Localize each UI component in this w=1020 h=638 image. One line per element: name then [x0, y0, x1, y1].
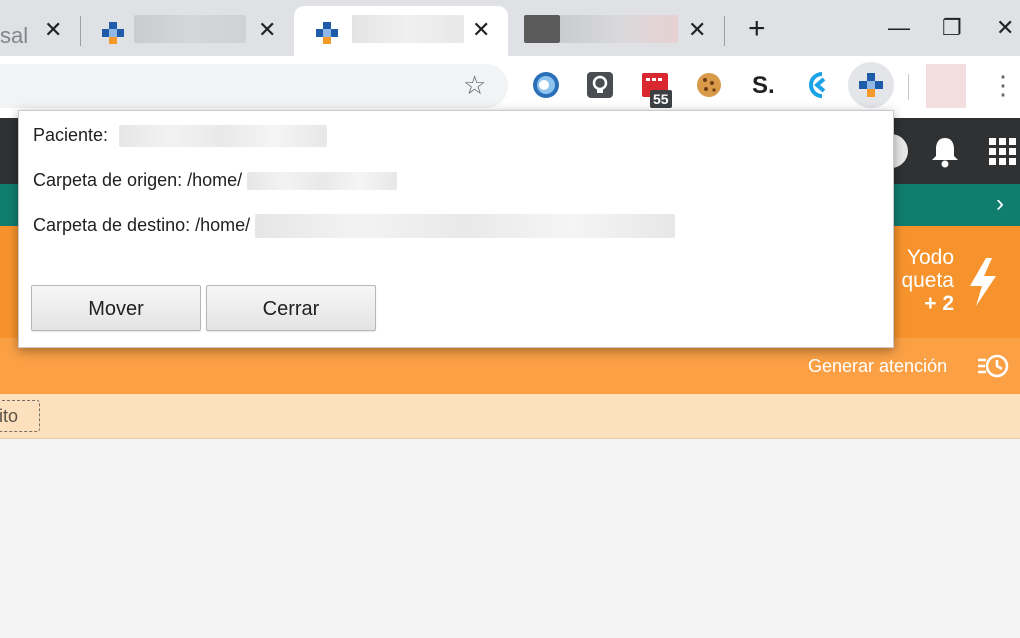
maximize-button[interactable]: ❐: [942, 14, 962, 42]
redacted-tab-title: [352, 15, 464, 43]
mover-button[interactable]: Mover: [31, 285, 201, 331]
tab-favicon-redacted: [524, 15, 560, 43]
destino-row: Carpeta de destino: /home/: [33, 214, 676, 238]
destino-label: Carpeta de destino: /home/: [33, 214, 251, 235]
extension-chevron-logo-icon[interactable]: [802, 70, 832, 100]
tab-close-icon[interactable]: ✕: [258, 18, 276, 42]
extension-lightbulb-icon[interactable]: [585, 70, 615, 100]
origen-label: Carpeta de origen: /home/: [33, 170, 243, 190]
cerrar-button[interactable]: Cerrar: [206, 285, 376, 331]
filter-chip[interactable]: ito: [0, 400, 40, 432]
close-window-button[interactable]: ✕: [996, 14, 1014, 42]
paciente-label: Paciente:: [33, 125, 109, 145]
clinic-favicon-icon: [316, 22, 338, 44]
move-folder-popup: Paciente: Carpeta de origen: /home/ Carp…: [18, 110, 894, 348]
profile-avatar[interactable]: [926, 64, 966, 108]
paciente-value-redacted: [119, 125, 328, 148]
extension-clinic-icon[interactable]: [856, 70, 886, 100]
paciente-row: Paciente:: [33, 125, 328, 148]
origen-row: Carpeta de origen: /home/: [33, 170, 398, 191]
new-tab-button[interactable]: +: [748, 14, 766, 44]
browser-tab-strip: sal ✕ ✕ ✕ ✕ + — ❐ ✕: [0, 0, 1020, 56]
tab-separator: [80, 16, 81, 46]
tab-separator: [724, 16, 725, 46]
yodo-count: + 2: [924, 292, 954, 315]
redacted-tab-title: [560, 15, 678, 43]
browser-tab[interactable]: sal ✕: [0, 6, 78, 56]
extension-badge-count: 55: [650, 90, 672, 108]
clinic-favicon-icon: [102, 22, 124, 44]
apps-grid-icon[interactable]: [988, 137, 1018, 167]
tab-close-icon[interactable]: ✕: [472, 18, 490, 42]
bookmark-star-icon[interactable]: ☆: [463, 70, 486, 101]
extension-cookie-icon[interactable]: [694, 70, 724, 100]
notifications-bell-icon[interactable]: [929, 134, 961, 168]
minimize-button[interactable]: —: [888, 14, 910, 42]
extension-swirl-icon[interactable]: [531, 70, 561, 100]
browser-tab-active[interactable]: ✕: [294, 6, 508, 56]
tab-close-icon[interactable]: ✕: [44, 18, 62, 42]
destino-path-redacted: [255, 214, 676, 238]
origen-path-redacted: [247, 172, 398, 191]
yodo-widget[interactable]: Yodo queta + 2: [890, 246, 954, 315]
address-bar[interactable]: ☆: [0, 64, 508, 108]
browser-toolbar: ☆ 55 S. ⋮: [0, 56, 1020, 118]
yodo-line1: Yodo: [906, 246, 954, 269]
tab-close-icon[interactable]: ✕: [688, 18, 706, 42]
generar-atencion-link[interactable]: Generar atención: [808, 356, 947, 377]
filter-row: ito: [0, 394, 1020, 439]
lightning-bolt-icon: [970, 258, 996, 306]
chevron-right-icon[interactable]: ›: [996, 190, 1004, 218]
browser-tab[interactable]: ✕: [88, 6, 284, 56]
history-clock-icon[interactable]: [976, 352, 1010, 380]
browser-tab[interactable]: ✕: [514, 6, 722, 56]
yodo-line2: queta: [901, 269, 954, 292]
toolbar-separator: [908, 74, 909, 100]
extension-s-icon[interactable]: S.: [752, 72, 775, 100]
browser-menu-icon[interactable]: ⋮: [990, 70, 1016, 100]
redacted-tab-title: [134, 15, 246, 43]
tab-title: sal: [0, 23, 29, 48]
